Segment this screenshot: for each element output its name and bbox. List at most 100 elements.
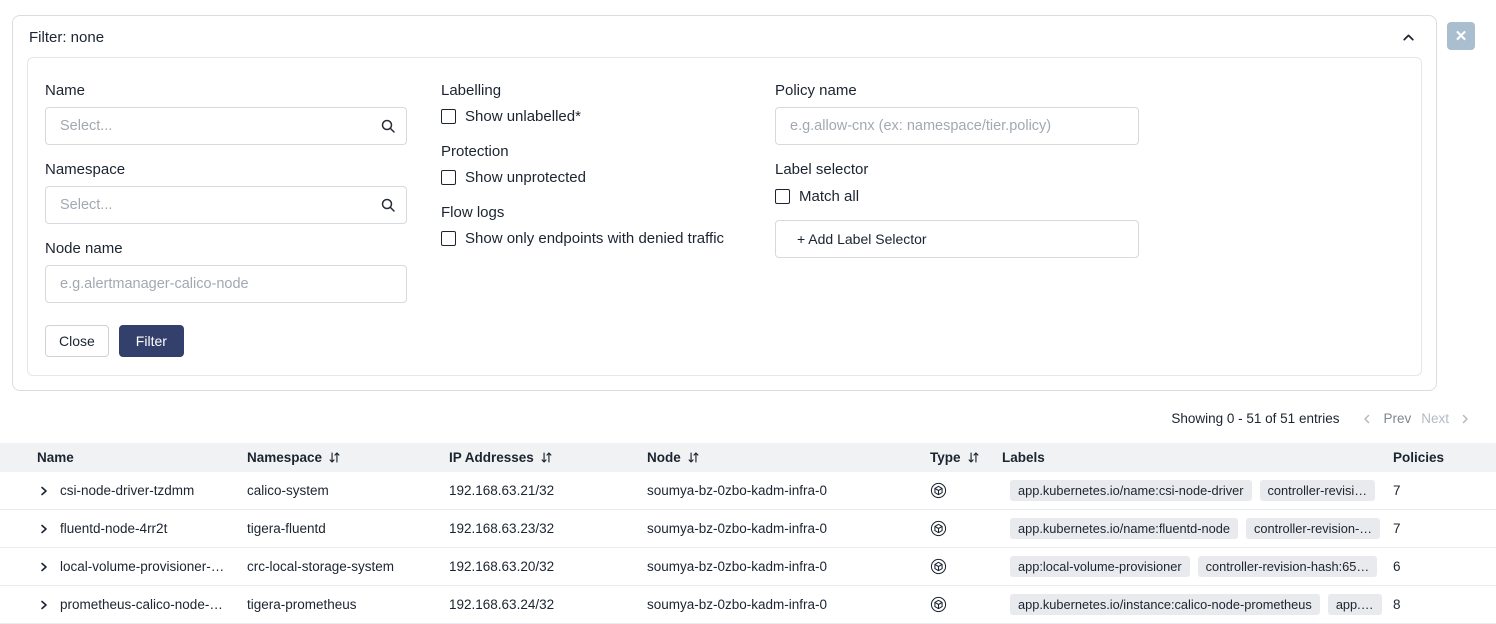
node-name-field xyxy=(45,265,407,303)
endpoint-ip: 192.168.63.20/32 xyxy=(449,559,647,574)
endpoint-namespace: crc-local-storage-system xyxy=(247,559,449,574)
table-row: csi-node-driver-tzdmm calico-system 192.… xyxy=(0,472,1496,510)
col-header-type[interactable]: Type xyxy=(930,450,1002,465)
col-header-ip-addresses[interactable]: IP Addresses xyxy=(449,450,647,465)
policy-name-label: Policy name xyxy=(775,82,1139,99)
table-header: Name Namespace IP Addresses Node Type La… xyxy=(0,443,1496,472)
policy-name-input[interactable] xyxy=(775,107,1139,145)
endpoint-node: soumya-bz-0zbo-kadm-infra-0 xyxy=(647,597,930,612)
col-header-node[interactable]: Node xyxy=(647,450,930,465)
endpoint-node: soumya-bz-0zbo-kadm-infra-0 xyxy=(647,483,930,498)
name-select xyxy=(45,107,407,145)
table-row: prometheus-calico-node-… tigera-promethe… xyxy=(0,586,1496,624)
endpoints-table: Name Namespace IP Addresses Node Type La… xyxy=(0,443,1496,624)
name-select-input[interactable] xyxy=(45,107,407,145)
col-header-name: Name xyxy=(0,450,247,465)
namespace-select-input[interactable] xyxy=(45,186,407,224)
endpoint-policies-count: 7 xyxy=(1393,521,1496,536)
label-badge: app.kubernetes.io/name:csi-node-driver xyxy=(1010,480,1252,501)
match-all-label: Match all xyxy=(799,188,859,205)
show-unlabelled-label: Show unlabelled* xyxy=(465,108,581,125)
protection-heading: Protection xyxy=(441,143,743,160)
filter-button[interactable]: Filter xyxy=(119,325,184,357)
filter-column-1: Name Namespace Node name xyxy=(45,82,407,357)
label-badge: app.kubernetes.io/instance:calico-node-p… xyxy=(1010,594,1320,615)
close-button[interactable]: Close xyxy=(45,325,109,357)
show-unlabelled-row: Show unlabelled* xyxy=(441,108,743,125)
close-icon: ✕ xyxy=(1455,28,1468,45)
show-unprotected-checkbox[interactable] xyxy=(441,170,456,185)
endpoint-policies-count: 7 xyxy=(1393,483,1496,498)
chevron-right-icon[interactable] xyxy=(1459,413,1471,425)
expand-row-icon[interactable] xyxy=(38,523,50,535)
filter-section: Filter: none Name Namespace xyxy=(0,0,1496,391)
filter-actions: Close Filter xyxy=(45,325,407,357)
endpoint-ip: 192.168.63.24/32 xyxy=(449,597,647,612)
table-row: fluentd-node-4rr2t tigera-fluentd 192.16… xyxy=(0,510,1496,548)
labelling-group: Labelling Show unlabelled* xyxy=(441,82,743,125)
endpoint-ip: 192.168.63.23/32 xyxy=(449,521,647,536)
label-badge: app.kubernetes.io/name:fluentd-node xyxy=(1010,518,1238,539)
filter-panel-header: Filter: none xyxy=(13,16,1436,55)
endpoint-name: prometheus-calico-node-… xyxy=(60,597,223,612)
label-badge: app.… xyxy=(1328,594,1382,615)
col-header-labels: Labels xyxy=(1002,450,1393,465)
next-button[interactable]: Next xyxy=(1421,411,1449,426)
pagination-summary: Showing 0 - 51 of 51 entries xyxy=(1171,411,1339,426)
search-icon xyxy=(380,197,396,213)
add-label-selector-button[interactable]: + Add Label Selector xyxy=(775,220,1139,258)
filter-panel: Filter: none Name Namespace xyxy=(12,15,1437,391)
show-unprotected-label: Show unprotected xyxy=(465,169,586,186)
prev-button[interactable]: Prev xyxy=(1383,411,1411,426)
expand-row-icon[interactable] xyxy=(38,561,50,573)
col-header-policies: Policies xyxy=(1393,450,1496,465)
pod-icon xyxy=(930,525,947,537)
node-name-input[interactable] xyxy=(45,265,407,303)
endpoint-name: csi-node-driver-tzdmm xyxy=(60,483,194,498)
endpoint-node: soumya-bz-0zbo-kadm-infra-0 xyxy=(647,521,930,536)
endpoint-name: local-volume-provisioner-… xyxy=(60,559,224,574)
namespace-label: Namespace xyxy=(45,161,407,178)
flow-logs-heading: Flow logs xyxy=(441,204,743,221)
endpoint-namespace: tigera-prometheus xyxy=(247,597,449,612)
label-badge: controller-revisi… xyxy=(1260,480,1376,501)
label-badge: controller-revision-… xyxy=(1246,518,1380,539)
endpoint-name: fluentd-node-4rr2t xyxy=(60,521,167,536)
pod-icon xyxy=(930,487,947,499)
namespace-select xyxy=(45,186,407,224)
close-panel-button[interactable]: ✕ xyxy=(1447,22,1475,50)
match-all-checkbox[interactable] xyxy=(775,189,790,204)
denied-traffic-row: Show only endpoints with denied traffic xyxy=(441,230,743,247)
collapse-panel-button[interactable] xyxy=(1399,28,1418,47)
denied-traffic-checkbox[interactable] xyxy=(441,231,456,246)
protection-group: Protection Show unprotected xyxy=(441,143,743,186)
sort-icon[interactable] xyxy=(328,451,341,464)
label-badge: controller-revision-hash:65… xyxy=(1198,556,1378,577)
endpoint-policies-count: 6 xyxy=(1393,559,1496,574)
chevron-up-icon xyxy=(1401,33,1416,48)
expand-row-icon[interactable] xyxy=(38,599,50,611)
search-icon xyxy=(380,118,396,134)
expand-row-icon[interactable] xyxy=(38,485,50,497)
sort-icon[interactable] xyxy=(967,451,980,464)
sort-icon[interactable] xyxy=(540,451,553,464)
table-row: local-volume-provisioner-… crc-local-sto… xyxy=(0,548,1496,586)
pod-icon xyxy=(930,563,947,575)
name-label: Name xyxy=(45,82,407,99)
show-unlabelled-checkbox[interactable] xyxy=(441,109,456,124)
endpoint-namespace: tigera-fluentd xyxy=(247,521,449,536)
labelling-heading: Labelling xyxy=(441,82,743,99)
denied-traffic-label: Show only endpoints with denied traffic xyxy=(465,230,724,247)
filter-panel-body: Name Namespace Node name xyxy=(27,57,1422,376)
match-all-row: Match all xyxy=(775,188,1139,205)
endpoint-ip: 192.168.63.21/32 xyxy=(449,483,647,498)
chevron-left-icon[interactable] xyxy=(1361,413,1373,425)
col-header-namespace[interactable]: Namespace xyxy=(247,450,449,465)
flow-logs-group: Flow logs Show only endpoints with denie… xyxy=(441,204,743,247)
label-badge: app:local-volume-provisioner xyxy=(1010,556,1190,577)
sort-icon[interactable] xyxy=(687,451,700,464)
node-name-label: Node name xyxy=(45,240,407,257)
policy-name-field xyxy=(775,107,1139,145)
filter-column-2: Labelling Show unlabelled* Protection Sh… xyxy=(441,82,743,265)
label-selector-label: Label selector xyxy=(775,161,1139,178)
